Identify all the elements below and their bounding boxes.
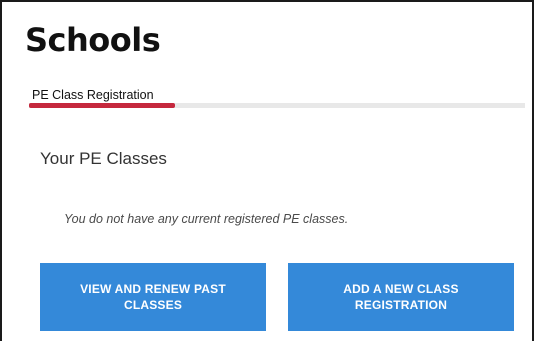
active-tab-indicator <box>29 103 175 108</box>
section-title: Your PE Classes <box>40 149 167 168</box>
page-title: Schools <box>25 21 161 59</box>
add-new-class-registration-label: ADD A NEW CLASS REGISTRATION <box>343 282 459 312</box>
empty-state-message: You do not have any current registered P… <box>64 212 349 226</box>
add-new-class-registration-button[interactable]: ADD A NEW CLASS REGISTRATION <box>288 263 514 331</box>
app-frame: Schools PE Class Registration Your PE Cl… <box>0 0 534 341</box>
tab-pe-class-registration[interactable]: PE Class Registration <box>32 87 154 103</box>
view-renew-past-classes-button[interactable]: VIEW AND RENEW PAST CLASSES <box>40 263 266 331</box>
view-renew-past-classes-label: VIEW AND RENEW PAST CLASSES <box>80 282 226 312</box>
